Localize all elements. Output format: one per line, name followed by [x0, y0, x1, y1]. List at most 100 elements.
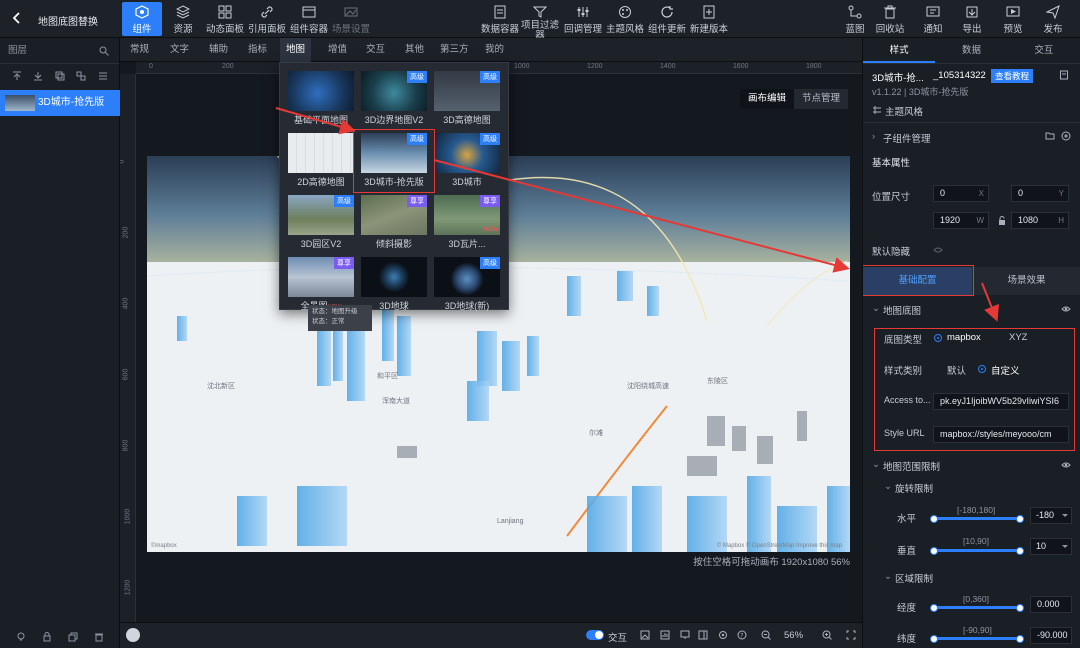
canvas-edit-button[interactable]: 画布编辑: [740, 89, 795, 109]
chevron-down-icon[interactable]: ⌄: [884, 481, 892, 492]
map-component-item[interactable]: 尊享 NEW 3D瓦片...: [434, 195, 500, 249]
tab-interaction[interactable]: 交互: [360, 38, 391, 62]
tab-style[interactable]: 样式: [863, 38, 936, 63]
tab-value-added[interactable]: 增值: [322, 38, 353, 62]
fit-screen-icon[interactable]: [846, 630, 856, 640]
lock-icon[interactable]: [42, 632, 52, 642]
node-manage-button[interactable]: 节点管理: [794, 89, 848, 109]
map-component-item[interactable]: 尊享 全景图NEW: [288, 257, 354, 311]
lng-slider[interactable]: [930, 604, 1024, 612]
style-url-input[interactable]: mapbox://styles/meyooo/cm: [933, 426, 1069, 443]
settings-icon[interactable]: [718, 630, 728, 640]
tab-regular[interactable]: 常规: [124, 38, 155, 62]
radio-custom[interactable]: [978, 365, 986, 373]
access-token-input[interactable]: pk.eyJ1IjoibWV5b29vIiwiYSI6: [933, 393, 1069, 410]
chevron-right-icon[interactable]: ›: [872, 131, 875, 142]
toolbar-button-callback[interactable]: 回调管理: [562, 2, 604, 36]
toolbar-button-recycle-bin[interactable]: 回收站: [874, 2, 906, 36]
toolbar-button-preview[interactable]: 预览: [998, 2, 1028, 36]
lng-input[interactable]: 0.000: [1030, 596, 1072, 613]
map-attribution[interactable]: © Mapbox © OpenStreetMap Improve this ma…: [717, 543, 842, 549]
folder-icon[interactable]: [1045, 131, 1055, 141]
tab-auxiliary[interactable]: 辅助: [203, 38, 234, 62]
map-component-item[interactable]: 2D高德地图: [288, 133, 354, 187]
toolbar-button-scene-settings[interactable]: 场景设置: [330, 2, 372, 36]
y-input[interactable]: 0Y: [1011, 185, 1069, 202]
tab-mine[interactable]: 我的: [479, 38, 510, 62]
radio-xyz-label[interactable]: XYZ: [1009, 332, 1027, 343]
vertical-stepper[interactable]: 10: [1030, 538, 1072, 555]
bulb-icon[interactable]: [16, 632, 26, 642]
search-icon[interactable]: [99, 46, 109, 56]
tab-interaction-config[interactable]: 交互: [1008, 38, 1080, 63]
tab-text[interactable]: 文字: [164, 38, 195, 62]
map-component-item[interactable]: 高级 3D高德地图: [434, 71, 500, 125]
avatar[interactable]: [126, 628, 140, 642]
toolbar-button-component[interactable]: 组件: [122, 2, 162, 36]
eye-icon[interactable]: [1061, 461, 1071, 469]
height-input[interactable]: 1080 H: [1011, 212, 1069, 229]
zoom-out-icon[interactable]: [761, 630, 771, 640]
map-component-item[interactable]: 高级 3D城市: [434, 133, 500, 187]
zoom-in-icon[interactable]: [822, 630, 832, 640]
map-component-item[interactable]: 基础平面地图: [288, 71, 354, 125]
toolbar-button-notification[interactable]: 通知: [918, 2, 948, 36]
toolbar-button-container[interactable]: 组件容器: [288, 2, 330, 36]
chevron-down-icon[interactable]: ⌄: [872, 303, 880, 314]
copy-icon[interactable]: [68, 632, 78, 642]
toolbar-button-new-version[interactable]: 新建版本: [688, 2, 730, 36]
interaction-toggle[interactable]: [586, 630, 604, 640]
map-component-item[interactable]: 高级 3D园区V2: [288, 195, 354, 249]
chevron-down-icon[interactable]: ⌄: [872, 459, 880, 470]
layout-icon[interactable]: [698, 630, 708, 640]
tab-map[interactable]: 地图: [280, 38, 312, 62]
group-icon[interactable]: [55, 71, 65, 81]
image-icon[interactable]: [640, 630, 650, 640]
vertical-slider[interactable]: [930, 547, 1024, 555]
map-component-item[interactable]: 尊享 倾斜摄影: [361, 195, 427, 249]
document-icon[interactable]: [1059, 70, 1069, 80]
theme-style-label[interactable]: 主题风格: [885, 104, 923, 118]
horizontal-slider[interactable]: [930, 515, 1024, 523]
x-input[interactable]: 0X: [933, 185, 989, 202]
map-component-item[interactable]: 高级 3D边界地图V2: [361, 71, 427, 125]
toolbar-button-resource[interactable]: 资源: [166, 2, 200, 36]
horizontal-stepper[interactable]: -180: [1030, 507, 1072, 524]
map-component-item[interactable]: 3D地球: [361, 257, 427, 311]
toolbar-button-reference-panel[interactable]: 引用面板: [246, 2, 288, 36]
tab-indicator[interactable]: 指标: [242, 38, 273, 62]
move-bottom-icon[interactable]: [33, 71, 43, 81]
toolbar-button-data-container[interactable]: 数据容器: [479, 2, 521, 36]
tab-scene-effect[interactable]: 场景效果: [972, 267, 1080, 295]
hidden-eye-icon[interactable]: [933, 245, 943, 255]
toolbar-button-blueprint[interactable]: 蓝图: [840, 2, 870, 36]
move-top-icon[interactable]: [12, 71, 22, 81]
toolbar-button-publish[interactable]: 发布: [1038, 2, 1068, 36]
tutorial-link[interactable]: 查看教程: [991, 69, 1034, 83]
layer-item[interactable]: 3D城市-抢先版: [0, 90, 120, 116]
toolbar-button-dynamic-panel[interactable]: 动态面板: [204, 2, 246, 36]
help-icon[interactable]: ?: [737, 630, 747, 640]
lat-slider[interactable]: [930, 635, 1024, 643]
monitor-icon[interactable]: [680, 630, 690, 640]
list-icon[interactable]: [98, 71, 108, 81]
delete-icon[interactable]: [94, 632, 104, 642]
toolbar-button-export[interactable]: 导出: [957, 2, 987, 36]
radio-mapbox[interactable]: [934, 334, 942, 342]
add-icon[interactable]: [1061, 131, 1071, 141]
chevron-down-icon[interactable]: ⌄: [884, 571, 892, 582]
chart-icon[interactable]: [660, 630, 670, 640]
chevron-left-icon[interactable]: [10, 10, 24, 26]
width-input[interactable]: 1920 W: [933, 212, 989, 229]
map-component-item[interactable]: 高级 3D地球(新): [434, 257, 500, 311]
toolbar-button-filter[interactable]: 项目过滤器: [519, 2, 561, 41]
zoom-level[interactable]: 56%: [784, 630, 803, 641]
lock-ratio-icon[interactable]: [997, 216, 1007, 226]
eye-icon[interactable]: [1061, 305, 1071, 313]
radio-default-label[interactable]: 默认: [947, 363, 966, 377]
tab-other[interactable]: 其他: [399, 38, 430, 62]
lat-input[interactable]: -90.000: [1030, 627, 1072, 644]
toolbar-button-theme[interactable]: 主题风格: [604, 2, 646, 36]
tab-data[interactable]: 数据: [935, 38, 1007, 63]
tab-third-party[interactable]: 第三方: [434, 38, 475, 62]
